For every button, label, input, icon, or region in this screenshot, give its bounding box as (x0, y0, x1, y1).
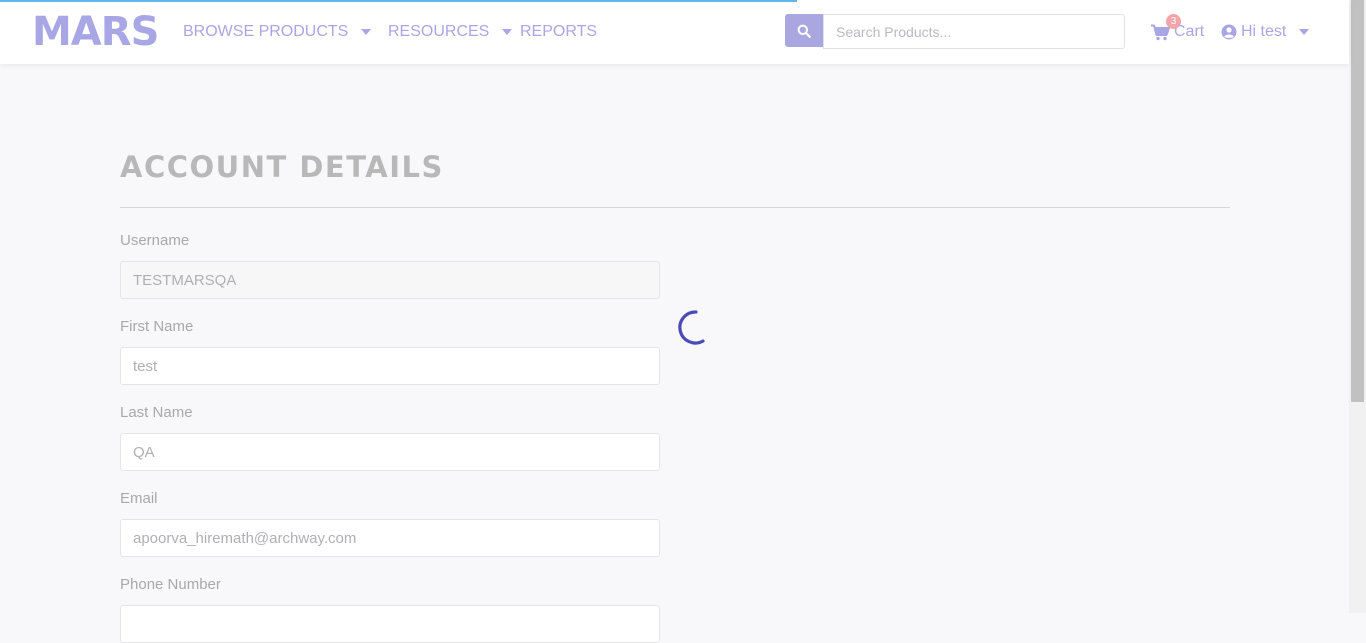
username-label: Username (120, 232, 190, 249)
email-label: Email (120, 490, 158, 507)
cart-count-badge: 3 (1166, 14, 1181, 29)
page-load-progress-bar (0, 0, 797, 2)
search-icon (797, 24, 811, 38)
phone-number-field[interactable] (120, 605, 660, 643)
user-circle-icon (1221, 24, 1237, 40)
user-menu[interactable]: Hi test (1221, 21, 1310, 43)
scrollbar-thumb[interactable] (1351, 0, 1364, 402)
nav-reports-label: REPORTS (520, 23, 598, 40)
first-name-label: First Name (120, 318, 194, 335)
page-title: ACCOUNT DETAILS (120, 150, 444, 184)
chevron-down-icon (502, 29, 513, 35)
last-name-label: Last Name (120, 404, 193, 421)
username-field[interactable] (120, 261, 660, 299)
nav-browse-products-label: BROWSE PRODUCTS (183, 23, 349, 40)
loading-spinner-icon (678, 310, 705, 345)
email-field[interactable] (120, 519, 660, 557)
last-name-field[interactable] (120, 433, 660, 471)
top-navbar: MARS BROWSE PRODUCTS RESOURCES REPORTS C… (0, 0, 1349, 64)
search-input[interactable] (823, 14, 1125, 49)
chevron-down-icon (361, 29, 372, 35)
user-greeting: Hi test (1241, 23, 1287, 40)
mars-logo[interactable]: MARS (32, 11, 159, 53)
nav-resources-label: RESOURCES (388, 23, 490, 40)
search-button[interactable] (785, 14, 823, 47)
chevron-down-icon (1299, 29, 1310, 35)
phone-number-label: Phone Number (120, 576, 221, 593)
nav-reports[interactable]: REPORTS (520, 22, 597, 42)
nav-resources[interactable]: RESOURCES (388, 22, 513, 42)
first-name-field[interactable] (120, 347, 660, 385)
title-divider (120, 207, 1230, 208)
nav-browse-products[interactable]: BROWSE PRODUCTS (183, 22, 372, 42)
